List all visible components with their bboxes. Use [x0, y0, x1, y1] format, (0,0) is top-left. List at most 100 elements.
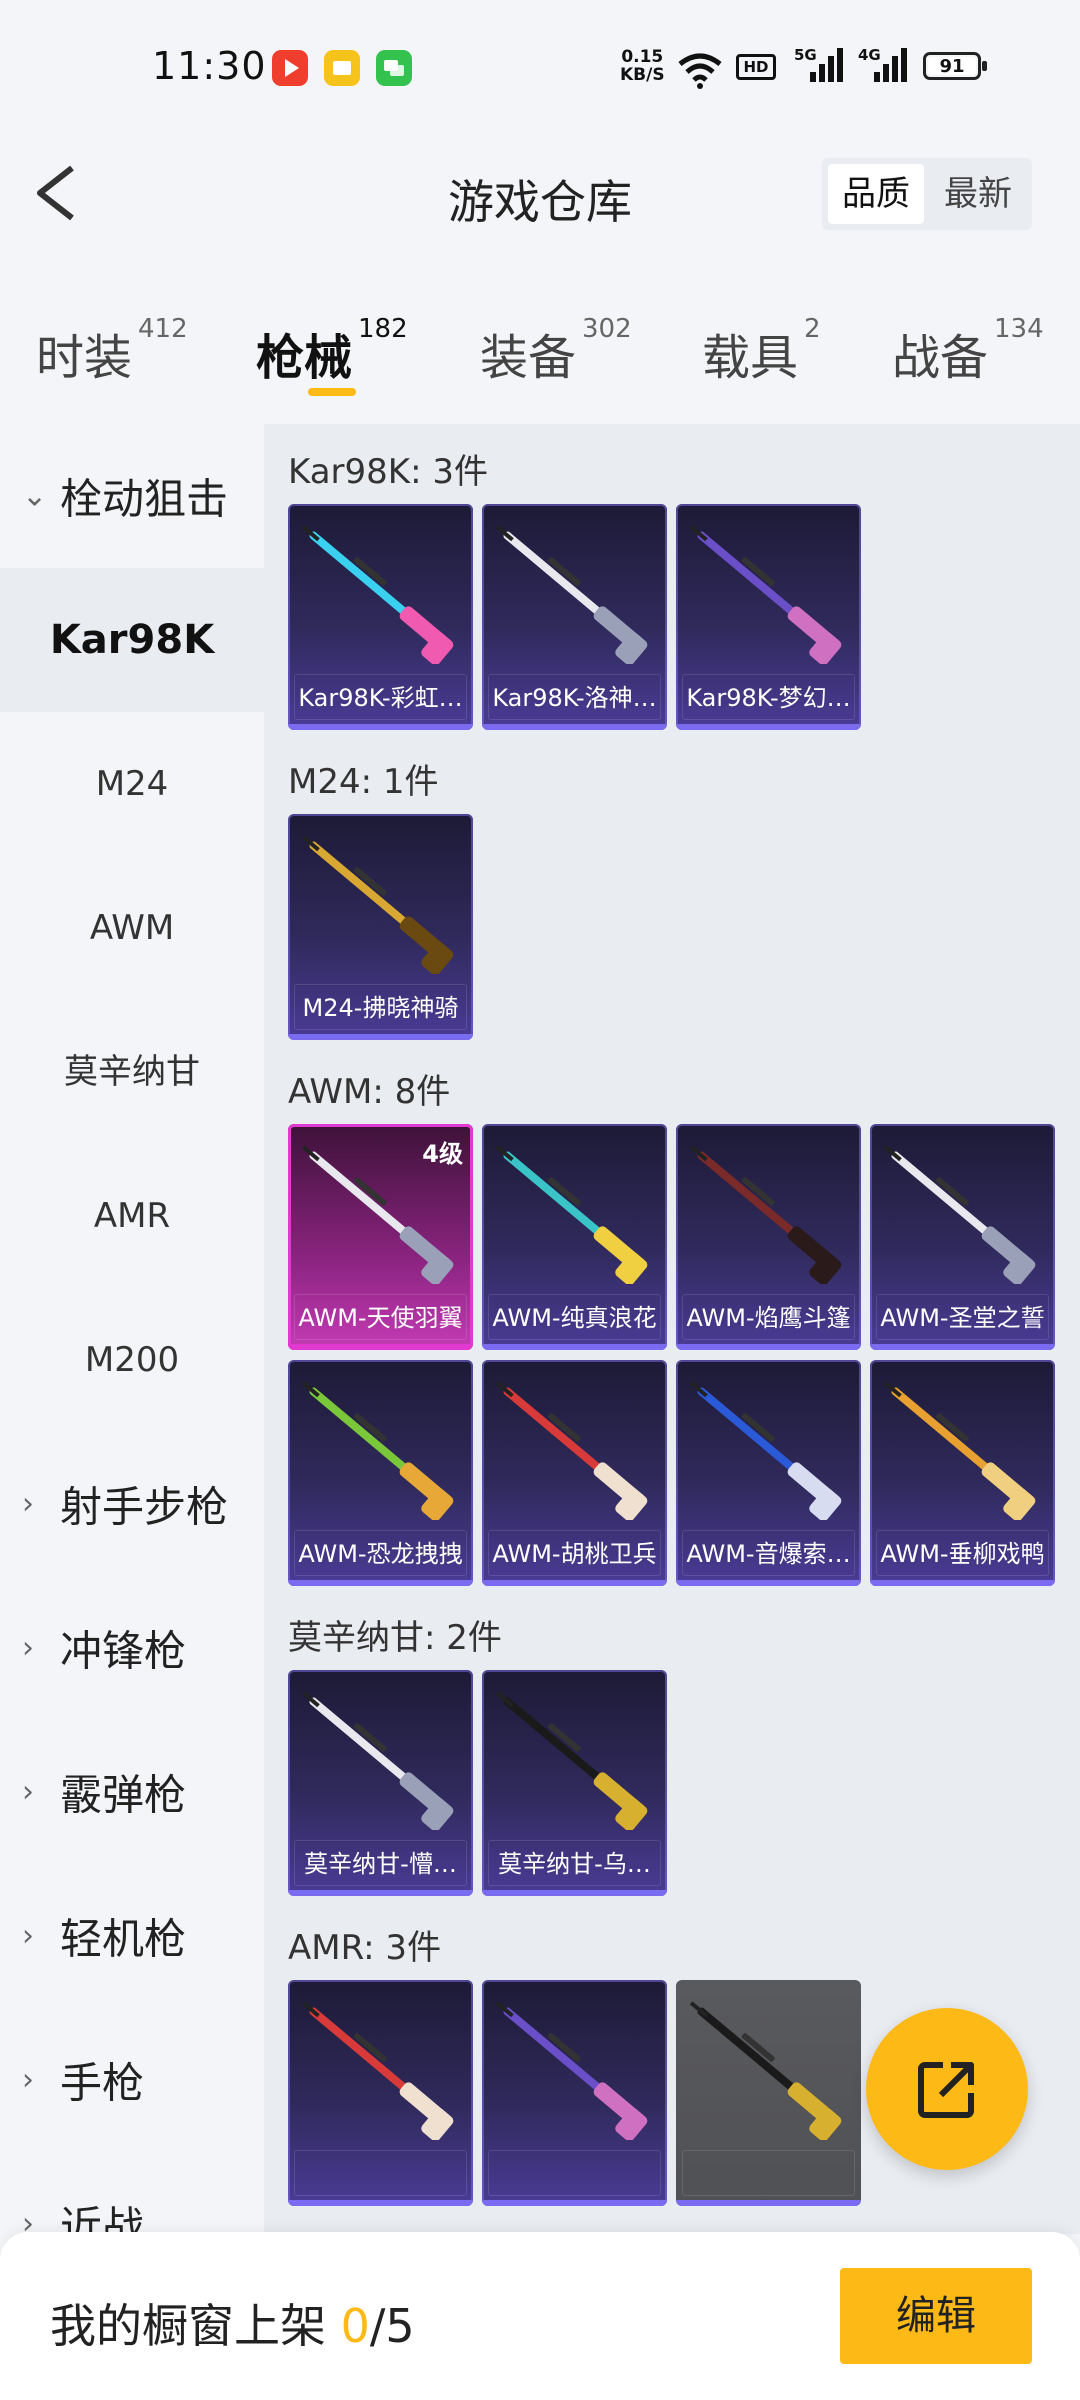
section-title: Kar98K: 3件 — [288, 452, 488, 492]
category-tabs: 时装412 枪械182 装备302 载具2 战备134 — [0, 300, 1080, 400]
sidebar-group-label: 霰弹枪 — [60, 1770, 187, 1820]
files-app-icon — [324, 50, 360, 86]
rifle-image — [301, 835, 454, 974]
sidebar-group-bolt-action[interactable]: ⌄ 栓动狙击 — [0, 424, 264, 568]
section-title: AWM: 8件 — [288, 1072, 451, 1112]
item-name: AWM-音爆索… — [686, 1540, 851, 1568]
rifle-image — [301, 2001, 454, 2140]
tab-guns[interactable]: 枪械182 — [256, 314, 408, 388]
battery-level: 91 — [928, 57, 976, 77]
item-card[interactable]: 莫辛纳甘-乌… — [482, 1670, 667, 1896]
tab-label: 战备 — [892, 330, 989, 386]
active-tab-indicator — [308, 388, 356, 396]
sidebar-item-m24[interactable]: M24 — [0, 712, 264, 856]
item-grid: Kar98K: 3件 Kar98K-彩虹… Kar98K-洛神… Kar98K-梦幻…… — [264, 424, 1080, 2234]
tab-count: 2 — [804, 314, 821, 344]
item-card[interactable]: AWM-音爆索… — [676, 1360, 861, 1586]
sidebar-group-label: 轻机枪 — [60, 1914, 187, 1964]
tab-count: 134 — [994, 314, 1044, 344]
bottom-bar: 我的橱窗上架 0/5 编辑 — [0, 2232, 1080, 2400]
rifle-image — [301, 1691, 454, 1830]
rifle-image — [495, 1145, 648, 1284]
item-card[interactable] — [482, 1980, 667, 2206]
sidebar-item-kar98k[interactable]: Kar98K — [0, 568, 264, 712]
sidebar-group-lmg[interactable]: › 轻机枪 — [0, 1864, 264, 2008]
edit-button[interactable]: 编辑 — [840, 2268, 1032, 2364]
chevron-right-icon: › — [22, 1486, 34, 1522]
item-name: Kar98K-彩虹… — [298, 684, 463, 712]
item-card[interactable]: Kar98K-洛神… — [482, 504, 667, 730]
tab-count: 302 — [582, 314, 632, 344]
chevron-right-icon: › — [22, 2062, 34, 2098]
rifle-image — [495, 2001, 648, 2140]
share-button[interactable] — [866, 2008, 1028, 2170]
sidebar-item-awm[interactable]: AWM — [0, 856, 264, 1000]
chevron-down-icon: ⌄ — [22, 478, 48, 514]
item-card[interactable]: Kar98K-彩虹… — [288, 504, 473, 730]
item-card[interactable]: AWM-胡桃卫兵 — [482, 1360, 667, 1586]
sidebar-item-amr[interactable]: AMR — [0, 1144, 264, 1288]
item-card[interactable]: AWM-纯真浪花 — [482, 1124, 667, 1350]
item-name: Kar98K-洛神… — [492, 684, 657, 712]
rifle-image — [301, 525, 454, 664]
rifle-image — [689, 1381, 842, 1520]
sort-toggle: 品质 最新 — [822, 158, 1032, 230]
tab-fashion[interactable]: 时装412 — [36, 314, 188, 388]
item-name: AWM-垂柳戏鸭 — [880, 1540, 1045, 1568]
rifle-image — [495, 525, 648, 664]
status-time: 11:30 — [152, 44, 267, 88]
item-name: AWM-纯真浪花 — [492, 1304, 657, 1332]
sidebar-item-mosin[interactable]: 莫辛纳甘 — [0, 1000, 264, 1144]
sidebar-group-label: 射手步枪 — [60, 1482, 229, 1532]
tab-count: 412 — [138, 314, 188, 344]
item-card[interactable]: AWM-恐龙拽拽 — [288, 1360, 473, 1586]
section-title: M24: 1件 — [288, 762, 439, 802]
rifle-image — [689, 1145, 842, 1284]
sidebar-group-pistol[interactable]: › 手枪 — [0, 2008, 264, 2152]
item-card[interactable]: AWM-圣堂之誓 — [870, 1124, 1055, 1350]
signal-4g-icon: 4G — [858, 46, 908, 86]
item-card[interactable]: M24-拂晓神骑 — [288, 814, 473, 1040]
item-card[interactable]: Kar98K-梦幻… — [676, 504, 861, 730]
tab-count: 182 — [358, 314, 408, 344]
sort-newest-button[interactable]: 最新 — [930, 164, 1026, 224]
tab-label: 装备 — [480, 330, 577, 386]
sidebar-group-smg[interactable]: › 冲锋枪 — [0, 1576, 264, 1720]
video-app-icon — [272, 50, 308, 86]
showcase-label-text: 我的橱窗上架 — [50, 2299, 341, 2353]
net-speed-value: 0.15 — [621, 47, 664, 67]
sidebar: ⌄ 栓动狙击 Kar98K M24 AWM 莫辛纳甘 AMR M200 › 射手… — [0, 424, 264, 2252]
item-card[interactable] — [676, 1980, 861, 2206]
item-name: 莫辛纳甘-懵… — [304, 1850, 457, 1878]
item-name: AWM-胡桃卫兵 — [492, 1540, 657, 1568]
battery-icon: 91 — [923, 52, 987, 80]
item-card[interactable]: 莫辛纳甘-懵… — [288, 1670, 473, 1896]
item-card[interactable]: AWM-焰鹰斗篷 — [676, 1124, 861, 1350]
net-speed: 0.15 KB/S — [620, 48, 665, 84]
item-name: AWM-焰鹰斗篷 — [686, 1304, 851, 1332]
item-name — [288, 2152, 473, 2196]
showcase-total: /5 — [369, 2299, 415, 2353]
header: 游戏仓库 品质 最新 — [0, 138, 1080, 250]
rifle-image — [495, 1691, 648, 1830]
rifle-image — [689, 525, 842, 664]
hd-icon: HD — [736, 54, 776, 80]
sort-quality-button[interactable]: 品质 — [828, 164, 924, 224]
item-card[interactable]: AWM-垂柳戏鸭 — [870, 1360, 1055, 1586]
tab-label: 时装 — [36, 330, 133, 386]
item-card[interactable] — [288, 1980, 473, 2206]
tab-vehicles[interactable]: 载具2 — [702, 314, 821, 388]
item-name: AWM-天使羽翼 — [298, 1304, 463, 1332]
rifle-image — [495, 1381, 648, 1520]
sidebar-group-shotgun[interactable]: › 霰弹枪 — [0, 1720, 264, 1864]
tab-equipment[interactable]: 装备302 — [480, 314, 632, 388]
sidebar-group-dmr[interactable]: › 射手步枪 — [0, 1432, 264, 1576]
chat-app-icon — [376, 50, 412, 86]
item-card[interactable]: AWM-天使羽翼 4级 — [288, 1124, 473, 1350]
sidebar-group-label: 手枪 — [60, 2058, 145, 2108]
sidebar-item-m200[interactable]: M200 — [0, 1288, 264, 1432]
showcase-count: 0 — [340, 2299, 370, 2353]
rifle-image — [689, 2001, 842, 2140]
tab-supplies[interactable]: 战备134 — [892, 314, 1044, 388]
section-title: AMR: 3件 — [288, 1928, 442, 1968]
